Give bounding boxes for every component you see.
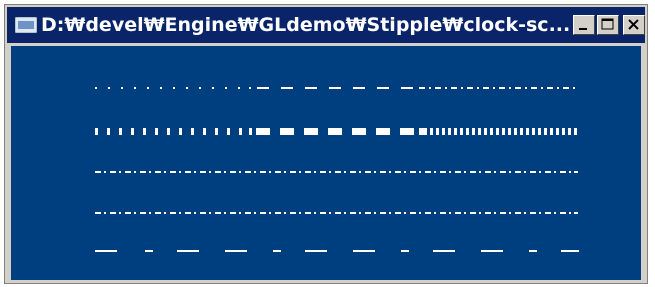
row2-thick-ticks <box>95 128 252 135</box>
stipple-row-3 <box>95 171 578 173</box>
row2-thick-dashed <box>256 128 414 135</box>
close-button[interactable] <box>623 15 645 35</box>
row2-dense-ticks <box>419 128 577 135</box>
opengl-canvas[interactable] <box>11 46 641 280</box>
title-bar[interactable]: D:₩devel₩Engine₩GLdemo₩Stipple₩clock-sc.… <box>7 7 645 43</box>
minimize-button[interactable] <box>573 15 595 35</box>
stipple-row-4 <box>95 212 578 214</box>
app-window: D:₩devel₩Engine₩GLdemo₩Stipple₩clock-sc.… <box>4 4 648 284</box>
stipple-row-5 <box>95 250 579 252</box>
row1-dotted <box>95 87 251 89</box>
app-window-icon <box>15 17 37 33</box>
window-title: D:₩devel₩Engine₩GLdemo₩Stipple₩clock-sc.… <box>41 14 571 36</box>
row1-dashed <box>257 87 413 89</box>
stipple-row-1 <box>95 87 575 89</box>
minimize-icon <box>579 28 587 30</box>
maximize-button[interactable] <box>597 15 619 35</box>
row1-dash-dot <box>419 87 575 89</box>
stipple-row-2 <box>95 128 577 135</box>
close-icon <box>628 19 639 30</box>
maximize-icon <box>601 18 614 30</box>
